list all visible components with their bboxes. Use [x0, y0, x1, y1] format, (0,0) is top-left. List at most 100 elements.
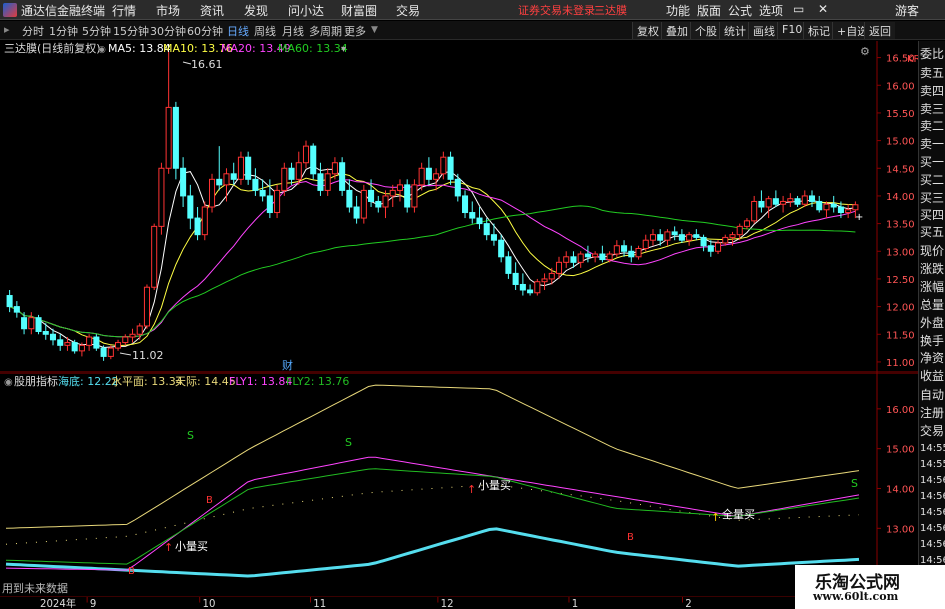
indicator-chart[interactable]: 16.0015.0014.0013.0012.00 ◉ 股朋指标 海底: 12.… [0, 373, 918, 596]
btn-mark[interactable]: 标记 [803, 22, 834, 39]
candle-body [78, 344, 85, 352]
candle-body [93, 336, 100, 349]
side-register[interactable]: 注册 [920, 405, 944, 421]
tab-fenshi[interactable]: 分时 [22, 23, 44, 39]
candle-body [100, 347, 107, 357]
menu-options[interactable]: 选项 [759, 2, 783, 19]
btn-overlay[interactable]: 叠加 [661, 22, 692, 39]
tab-more[interactable]: 更多 [344, 23, 366, 39]
btn-f10[interactable]: F10 [777, 22, 807, 39]
candle-body [642, 239, 649, 249]
chart-options-icon[interactable]: ⚙ [860, 45, 870, 58]
btn-stats[interactable]: 统计 [719, 22, 750, 39]
candle-body [483, 223, 490, 236]
indicator-settings-icon[interactable]: ◉ [4, 377, 13, 388]
expand-icon[interactable]: ▸ [4, 23, 10, 36]
candle-body [194, 217, 201, 236]
btn-stock[interactable]: 个股 [690, 22, 721, 39]
price-tick-label: 12.00 [886, 303, 915, 314]
legend-fly1: FLY1: 13.84 [229, 375, 292, 388]
candle-body [845, 209, 852, 214]
price-tick-label: 14.50 [886, 164, 915, 175]
candle-body [245, 156, 252, 180]
tab-30min[interactable]: 30分钟 [150, 23, 186, 39]
menu-discover[interactable]: 发现 [244, 2, 268, 19]
menu-news[interactable]: 资讯 [200, 2, 224, 19]
candle-body [21, 317, 28, 330]
candle-body [794, 198, 801, 205]
price-tick-label: 12.50 [886, 275, 915, 286]
candle-body [346, 189, 353, 208]
side-time-2: 14:55 [920, 459, 945, 470]
side-label-buy2: 买二 [920, 173, 945, 187]
side-label-volume: 总量 [920, 298, 945, 312]
menu-wealth[interactable]: 财富圈 [341, 2, 377, 19]
candle-body [599, 253, 606, 261]
buy-arrow-icon-3: ↑ [711, 511, 720, 524]
candle-body [274, 189, 281, 214]
candle-body [808, 195, 816, 202]
tab-60min[interactable]: 60分钟 [187, 23, 223, 39]
side-time-7: 14:56 [920, 539, 945, 550]
candle-body [693, 234, 700, 238]
candle-body [317, 173, 324, 191]
candle-body [751, 200, 758, 222]
tab-daily[interactable]: 日线 [227, 23, 249, 39]
menu-layout[interactable]: 版面 [697, 2, 721, 19]
menu-trade[interactable]: 交易 [396, 2, 420, 19]
menu-formula[interactable]: 公式 [728, 2, 752, 19]
chart-settings-icon[interactable]: ◉ [98, 45, 106, 55]
candle-body [490, 234, 497, 241]
side-auto[interactable]: 自动 [920, 387, 944, 403]
candle-body [613, 245, 620, 255]
candle-body [201, 206, 208, 236]
login-notice[interactable]: 证券交易未登录 [518, 2, 595, 18]
candle-body [729, 234, 736, 238]
candle-body [375, 200, 382, 208]
tab-15min[interactable]: 15分钟 [113, 23, 149, 39]
more-chevron-icon[interactable]: ▼ [371, 25, 378, 35]
candle-body [13, 306, 20, 313]
watermark: 乐淘公式网 www.60lt.com [795, 565, 945, 609]
tab-multi-period[interactable]: 多周期 [309, 23, 342, 39]
tab-monthly[interactable]: 月线 [282, 23, 304, 39]
menu-ask[interactable]: 问小达 [288, 2, 324, 19]
btn-fuquan[interactable]: 复权 [632, 22, 663, 39]
candle-body [35, 317, 42, 332]
candle-body [208, 178, 216, 208]
candle-body [700, 236, 707, 247]
close-icon[interactable]: ✕ [818, 2, 828, 16]
signal-b-2: B [128, 566, 135, 577]
btn-draw[interactable]: 画线 [748, 22, 779, 39]
tab-weekly[interactable]: 周线 [254, 23, 276, 39]
min-price-label: 11.02 [132, 349, 164, 362]
menu-hangqing[interactable]: 行情 [112, 2, 136, 19]
indicator-tick-label: 14.00 [886, 484, 915, 495]
side-trade[interactable]: 交易 [920, 423, 944, 439]
candle-body [324, 173, 331, 191]
candle-body [57, 339, 64, 346]
candle-body [42, 331, 49, 335]
side-label-buy3: 买三 [920, 191, 945, 205]
side-label-sell2: 卖二 [920, 119, 945, 133]
signal-s-3: S [851, 477, 858, 490]
candle-body [440, 156, 447, 175]
window-restore-icon[interactable]: ▭ [793, 2, 804, 16]
tab-1min[interactable]: 1分钟 [49, 23, 78, 39]
candle-body [425, 167, 432, 180]
btn-back[interactable]: 返回 [864, 22, 895, 39]
candle-body [570, 256, 577, 263]
kline-chart[interactable]: 16.5016.0015.5015.0014.5014.0013.5013.00… [0, 41, 918, 373]
candle-body [534, 281, 541, 294]
date-month-2: 2 [685, 599, 691, 609]
menu-function[interactable]: 功能 [666, 2, 690, 19]
tab-5min[interactable]: 5分钟 [82, 23, 111, 39]
side-label-netasset: 净资 [920, 351, 945, 365]
menu-market[interactable]: 市场 [156, 2, 180, 19]
candle-body [252, 178, 259, 191]
legend-dropdown-icon[interactable]: ▾ [341, 44, 346, 55]
legend-floor: 海底: 12.22 [58, 374, 119, 388]
guest-label[interactable]: 游客 [895, 2, 919, 19]
finance-marker[interactable]: 财 [282, 358, 293, 372]
candle-body [469, 212, 476, 219]
